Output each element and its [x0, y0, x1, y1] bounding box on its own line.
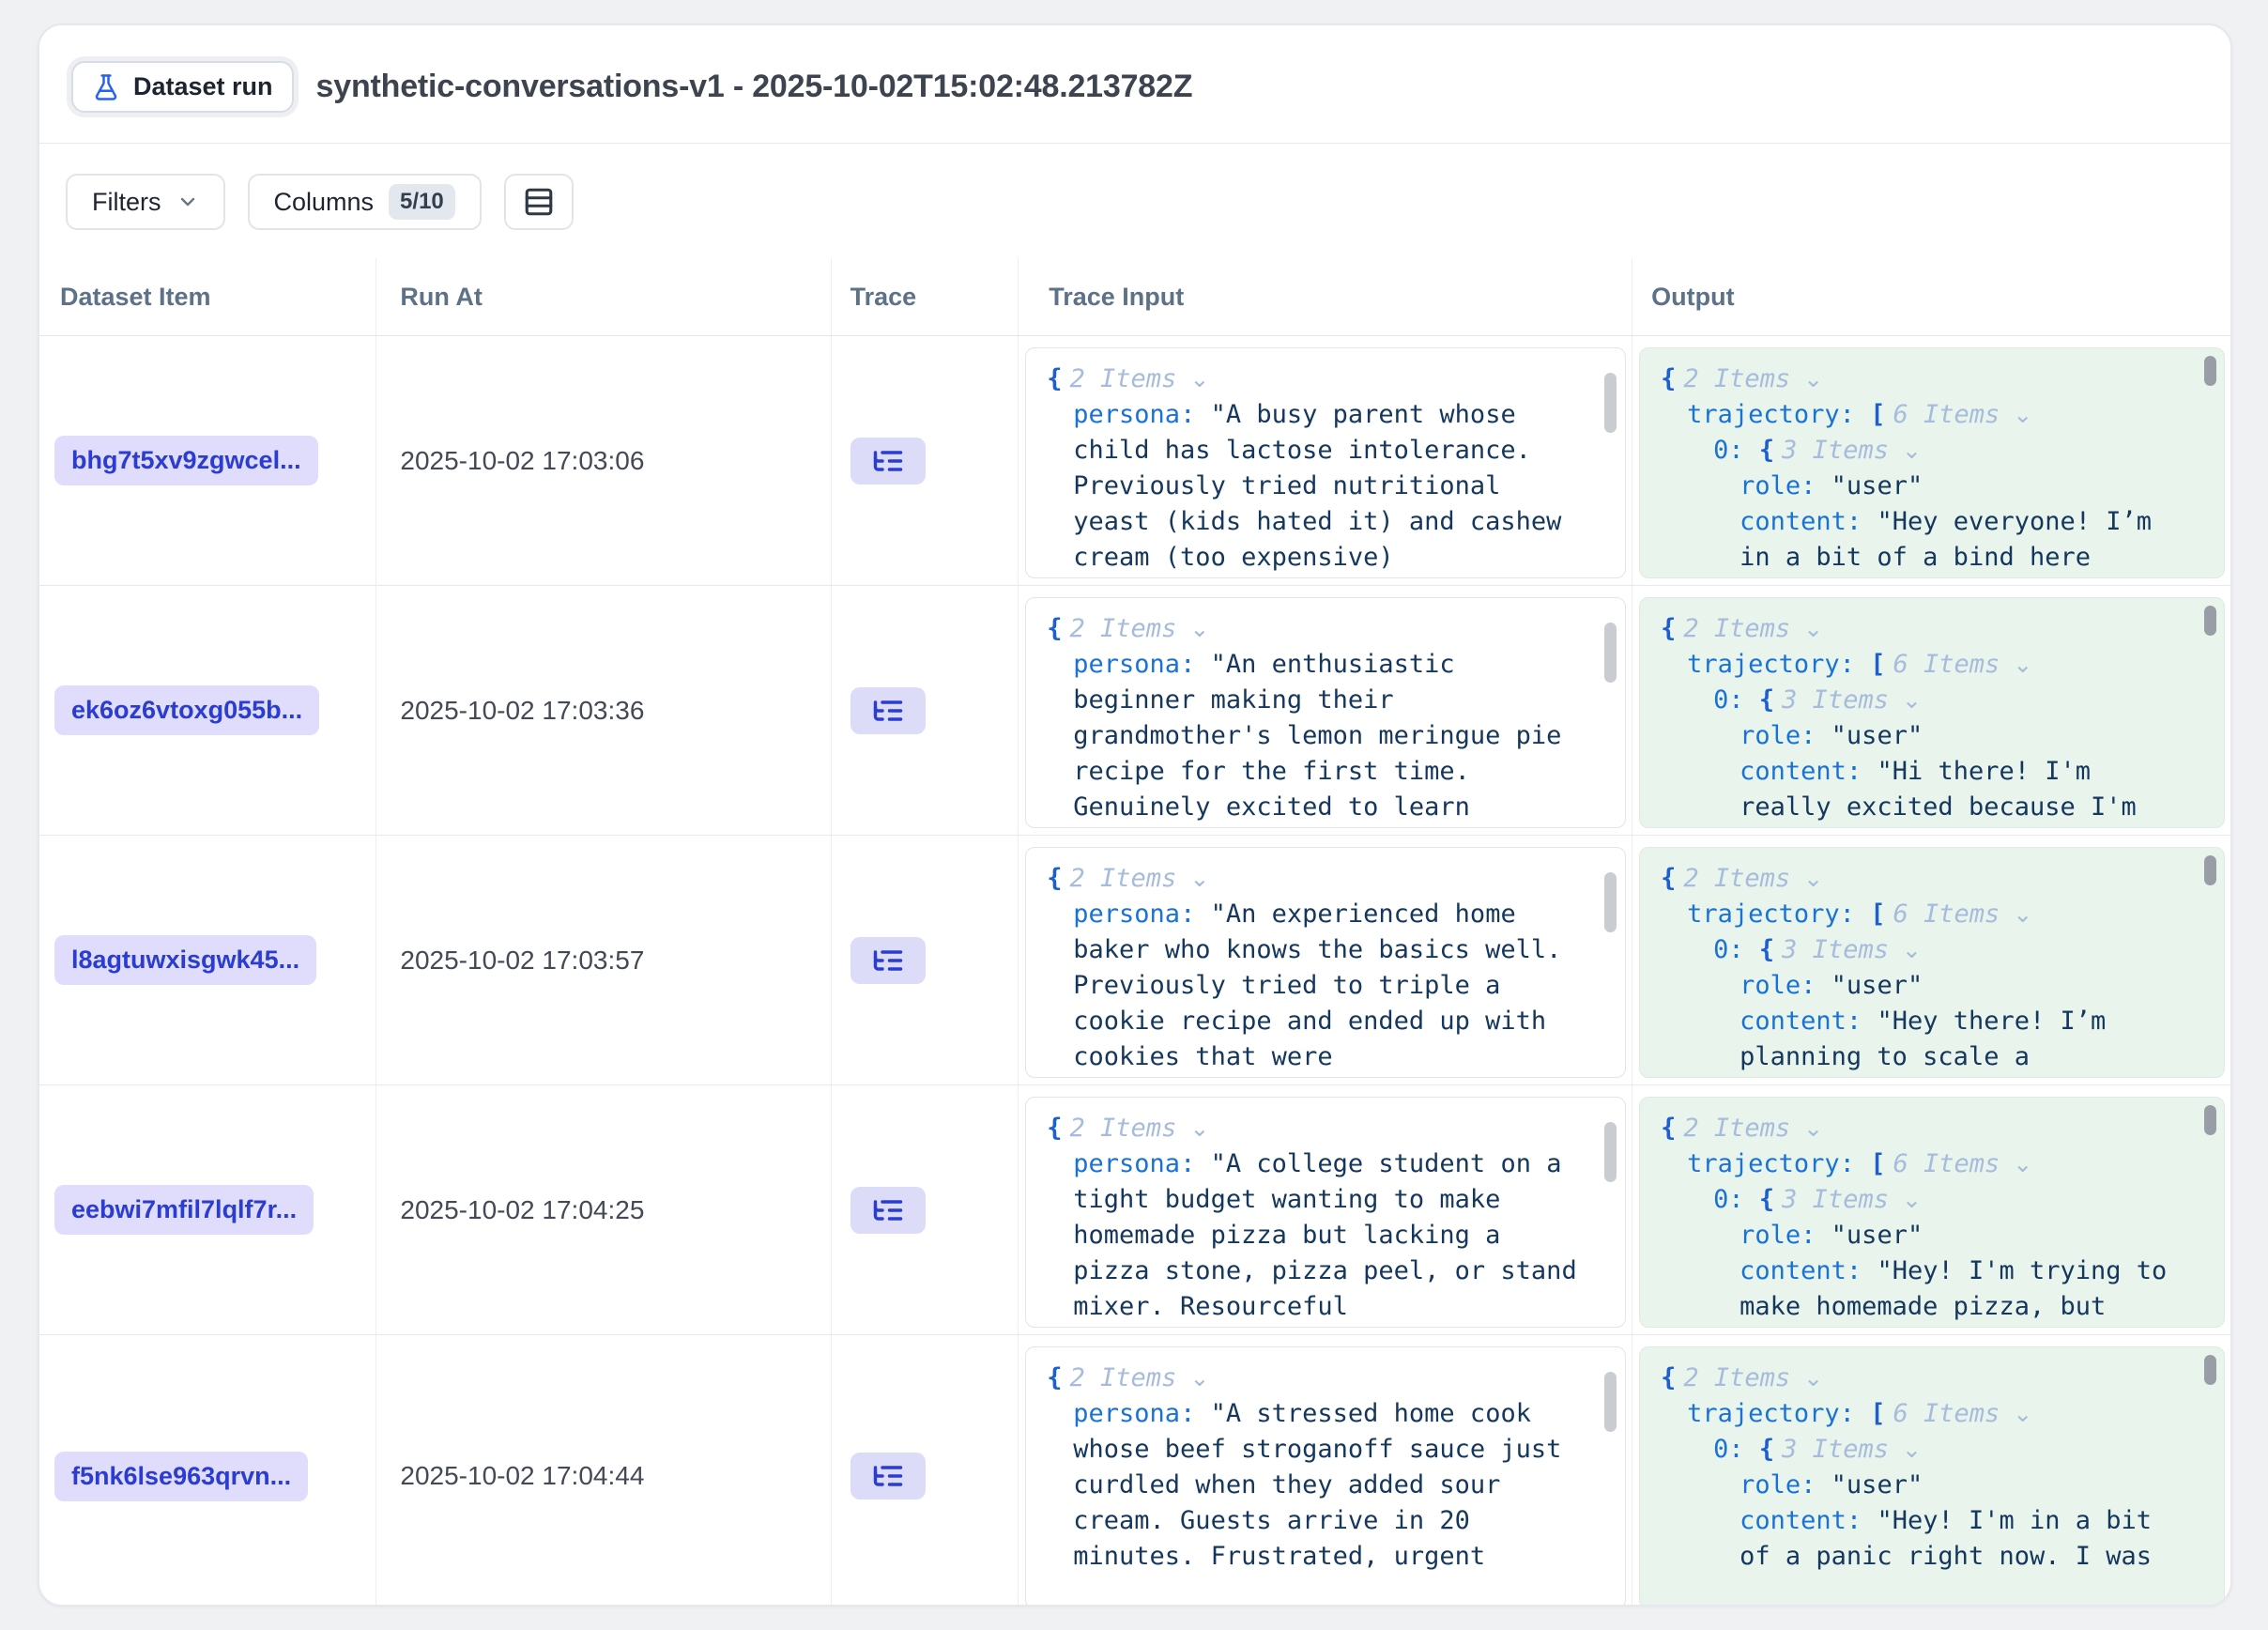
chevron-down-icon[interactable] [1798, 1363, 1823, 1392]
run-at-value: 2025-10-02 17:03:57 [400, 946, 644, 976]
columns-count-badge: 5/10 [389, 184, 455, 220]
dataset-item-badge[interactable]: l8agtuwxisgwk45... [54, 935, 316, 985]
chevron-down-icon[interactable] [1184, 1363, 1209, 1392]
chevron-down-icon[interactable] [2007, 1149, 2032, 1178]
filters-button-label: Filters [92, 188, 161, 217]
chevron-down-icon[interactable] [1896, 935, 1922, 964]
chevron-down-icon[interactable] [1184, 364, 1209, 393]
output-json[interactable]: {2 Items trajectory: [6 Items 0: {3 Item… [1639, 347, 2225, 578]
table-row: ek6oz6vtoxg055b... 2025-10-02 17:03:36 {… [39, 586, 2230, 836]
dataset-item-badge[interactable]: ek6oz6vtoxg055b... [54, 685, 319, 735]
dataset-run-badge-label: Dataset run [133, 72, 273, 101]
rows-icon [523, 186, 555, 218]
scrollbar-thumb[interactable] [1604, 1122, 1617, 1182]
chevron-down-icon[interactable] [2007, 1399, 2032, 1428]
scrollbar-thumb[interactable] [1604, 872, 1617, 932]
trace-button[interactable] [850, 1453, 926, 1499]
list-tree-icon [871, 944, 905, 977]
trace-input-json[interactable]: {2 Items persona: "A stressed home cook … [1025, 1346, 1626, 1607]
json-key: persona [1073, 650, 1180, 679]
json-key: persona [1073, 1399, 1180, 1428]
trace-button[interactable] [850, 438, 926, 484]
run-at-value: 2025-10-02 17:03:36 [400, 696, 644, 726]
chevron-down-icon[interactable] [2007, 400, 2032, 429]
chevron-down-icon[interactable] [1896, 1435, 1922, 1464]
list-tree-icon [871, 1459, 905, 1493]
trace-button[interactable] [850, 687, 926, 734]
scrollbar-thumb[interactable] [1604, 1372, 1617, 1432]
table-row: f5nk6lse963qrvn... 2025-10-02 17:04:44 {… [39, 1335, 2230, 1607]
column-header-trace: Trace [832, 258, 1019, 335]
chevron-down-icon[interactable] [1798, 364, 1823, 393]
trace-input-json[interactable]: {2 Items persona: "An experienced home b… [1025, 847, 1626, 1078]
chevron-down-icon[interactable] [1896, 436, 1922, 465]
column-header-run-at: Run At [376, 258, 831, 335]
json-key: persona [1073, 1149, 1180, 1178]
page-header: Dataset run synthetic-conversations-v1 -… [39, 25, 2230, 144]
output-json[interactable]: {2 Items trajectory: [6 Items 0: {3 Item… [1639, 1097, 2225, 1328]
chevron-down-icon[interactable] [1184, 1114, 1209, 1143]
column-header-trace-input: Trace Input [1019, 258, 1632, 335]
run-at-value: 2025-10-02 17:04:44 [400, 1461, 644, 1491]
json-key: persona [1073, 400, 1180, 429]
trace-input-json[interactable]: {2 Items persona: "A busy parent whose c… [1025, 347, 1626, 578]
chevron-down-icon[interactable] [2007, 650, 2032, 679]
dataset-item-badge[interactable]: f5nk6lse963qrvn... [54, 1452, 308, 1501]
trace-input-json[interactable]: {2 Items persona: "A college student on … [1025, 1097, 1626, 1328]
list-tree-icon [871, 1193, 905, 1227]
list-tree-icon [871, 694, 905, 728]
chevron-down-icon[interactable] [1798, 864, 1823, 893]
column-header-output: Output [1632, 258, 2230, 335]
column-header-dataset-item: Dataset Item [39, 258, 376, 335]
table-header-row: Dataset Item Run At Trace Trace Input Ou… [39, 258, 2230, 336]
output-json[interactable]: {2 Items trajectory: [6 Items 0: {3 Item… [1639, 847, 2225, 1078]
json-key: persona [1073, 900, 1180, 929]
run-at-value: 2025-10-02 17:03:06 [400, 446, 644, 476]
filters-button[interactable]: Filters [66, 174, 225, 230]
list-tree-icon [871, 444, 905, 478]
table-row: l8agtuwxisgwk45... 2025-10-02 17:03:57 {… [39, 836, 2230, 1085]
chevron-down-icon[interactable] [1798, 614, 1823, 643]
flask-icon [92, 73, 120, 101]
scrollbar-thumb[interactable] [1604, 623, 1617, 683]
table-row: bhg7t5xv9zgwcel... 2025-10-02 17:03:06 {… [39, 336, 2230, 586]
dataset-item-badge[interactable]: eebwi7mfil7lqlf7r... [54, 1185, 314, 1235]
chevron-down-icon[interactable] [1184, 864, 1209, 893]
output-json[interactable]: {2 Items trajectory: [6 Items 0: {3 Item… [1639, 1346, 2225, 1607]
trace-button[interactable] [850, 937, 926, 984]
scrollbar-thumb[interactable] [2204, 1355, 2216, 1385]
scrollbar-thumb[interactable] [2204, 356, 2216, 386]
chevron-down-icon[interactable] [2007, 900, 2032, 929]
row-height-button[interactable] [504, 174, 574, 230]
scrollbar-thumb[interactable] [2204, 1105, 2216, 1135]
page-title: synthetic-conversations-v1 - 2025-10-02T… [316, 69, 1193, 105]
run-at-value: 2025-10-02 17:04:25 [400, 1195, 644, 1225]
trace-input-json[interactable]: {2 Items persona: "An enthusiastic begin… [1025, 597, 1626, 828]
chevron-down-icon[interactable] [1896, 1185, 1922, 1214]
chevron-down-icon[interactable] [1896, 685, 1922, 715]
columns-button-label: Columns [274, 188, 375, 217]
table-row: eebwi7mfil7lqlf7r... 2025-10-02 17:04:25… [39, 1085, 2230, 1335]
output-json[interactable]: {2 Items trajectory: [6 Items 0: {3 Item… [1639, 597, 2225, 828]
chevron-down-icon [176, 191, 199, 213]
trace-button[interactable] [850, 1187, 926, 1234]
scrollbar-thumb[interactable] [2204, 606, 2216, 636]
chevron-down-icon[interactable] [1798, 1114, 1823, 1143]
dataset-run-card: Dataset run synthetic-conversations-v1 -… [38, 23, 2232, 1607]
chevron-down-icon[interactable] [1184, 614, 1209, 643]
scrollbar-thumb[interactable] [2204, 855, 2216, 885]
dataset-item-badge[interactable]: bhg7t5xv9zgwcel... [54, 436, 318, 485]
toolbar: Filters Columns 5/10 [39, 144, 2230, 258]
dataset-run-badge[interactable]: Dataset run [71, 61, 294, 113]
columns-button[interactable]: Columns 5/10 [248, 174, 482, 230]
scrollbar-thumb[interactable] [1604, 373, 1617, 433]
